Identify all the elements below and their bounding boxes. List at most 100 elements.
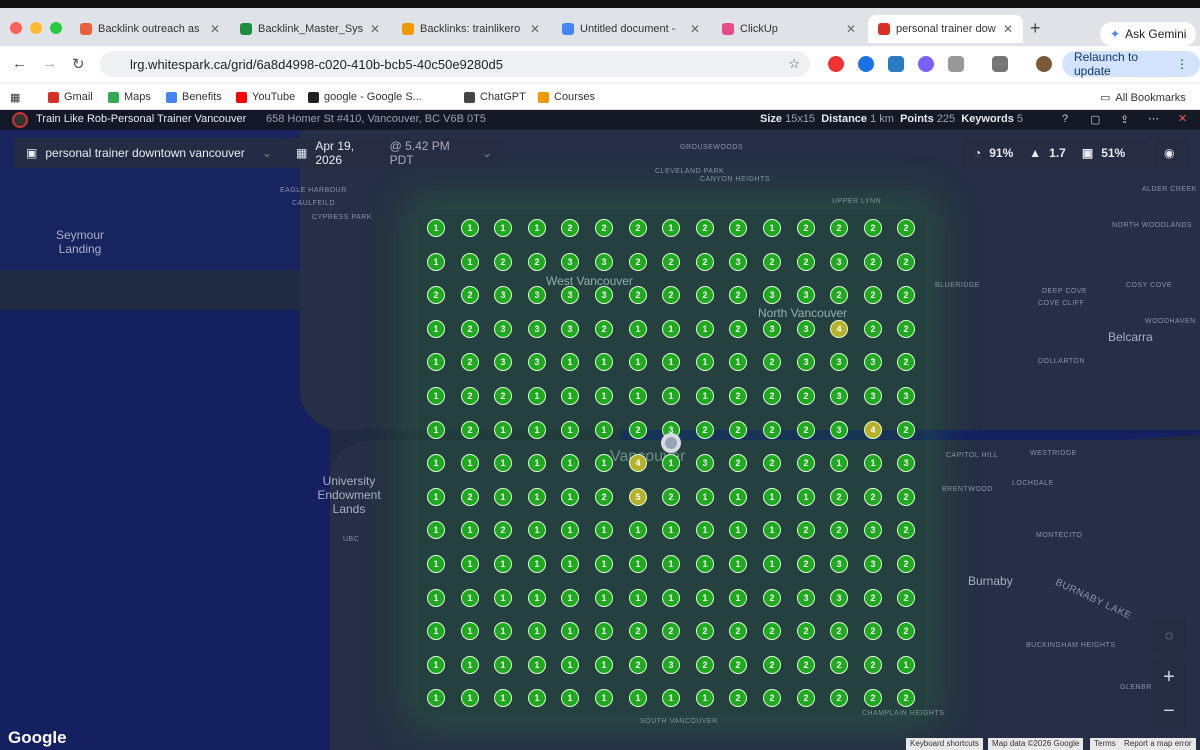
rank-pin[interactable]: 4	[830, 320, 848, 338]
rank-pin[interactable]: 2	[461, 320, 479, 338]
rank-pin[interactable]: 2	[864, 656, 882, 674]
rank-pin[interactable]: 3	[797, 286, 815, 304]
rank-pin[interactable]: 3	[528, 286, 546, 304]
rank-pin[interactable]: 1	[461, 589, 479, 607]
rank-pin[interactable]: 2	[864, 219, 882, 237]
rank-pin[interactable]: 1	[561, 622, 579, 640]
rank-pin[interactable]: 2	[763, 689, 781, 707]
rank-pin[interactable]: 3	[797, 589, 815, 607]
rank-pin[interactable]: 1	[528, 488, 546, 506]
rank-pin[interactable]: 1	[528, 454, 546, 472]
rank-pin[interactable]: 1	[427, 622, 445, 640]
browser-tab[interactable]: personal trainer dow ✕	[868, 15, 1023, 43]
rank-pin[interactable]: 2	[897, 219, 915, 237]
profile-avatar[interactable]	[1036, 56, 1052, 72]
rank-pin[interactable]: 3	[528, 353, 546, 371]
rank-pin[interactable]: 2	[830, 219, 848, 237]
rank-pin[interactable]: 2	[629, 219, 647, 237]
rank-pin[interactable]: 2	[897, 253, 915, 271]
rank-pin[interactable]: 2	[729, 689, 747, 707]
rank-pin[interactable]: 1	[763, 219, 781, 237]
rank-pin[interactable]: 4	[629, 454, 647, 472]
rank-pin[interactable]: 2	[763, 454, 781, 472]
rank-pin[interactable]: 2	[494, 387, 512, 405]
browser-tab[interactable]: Untitled document - ✕	[552, 15, 710, 43]
rank-pin[interactable]: 3	[528, 320, 546, 338]
rank-pin[interactable]: 2	[830, 521, 848, 539]
rank-pin[interactable]: 2	[897, 421, 915, 439]
rank-pin[interactable]: 3	[494, 320, 512, 338]
rank-pin[interactable]: 1	[662, 387, 680, 405]
rank-pin[interactable]: 1	[830, 454, 848, 472]
ask-gemini-button[interactable]: ✦ Ask Gemini	[1100, 22, 1197, 46]
rank-pin[interactable]: 2	[797, 521, 815, 539]
rank-pin[interactable]: 1	[561, 488, 579, 506]
rank-pin[interactable]: 1	[629, 589, 647, 607]
rank-pin[interactable]: 2	[830, 689, 848, 707]
rank-pin[interactable]: 2	[797, 656, 815, 674]
rank-pin[interactable]: 1	[427, 421, 445, 439]
rank-pin[interactable]: 1	[427, 656, 445, 674]
rank-pin[interactable]: 1	[595, 589, 613, 607]
rank-pin[interactable]: 3	[830, 387, 848, 405]
rank-pin[interactable]: 2	[864, 320, 882, 338]
rank-pin[interactable]: 3	[662, 656, 680, 674]
rank-pin[interactable]: 3	[494, 286, 512, 304]
rank-pin[interactable]: 3	[830, 421, 848, 439]
rank-pin[interactable]: 1	[561, 421, 579, 439]
rank-pin[interactable]: 2	[494, 253, 512, 271]
rank-pin[interactable]: 1	[561, 555, 579, 573]
rank-pin[interactable]: 2	[797, 555, 815, 573]
rank-pin[interactable]: 1	[729, 555, 747, 573]
rank-pin[interactable]: 2	[897, 622, 915, 640]
rank-pin[interactable]: 1	[729, 353, 747, 371]
rank-pin[interactable]: 2	[797, 387, 815, 405]
rank-pin[interactable]: 1	[561, 454, 579, 472]
rank-pin[interactable]: 1	[696, 689, 714, 707]
rank-pin[interactable]: 1	[427, 253, 445, 271]
rank-pin[interactable]: 1	[595, 454, 613, 472]
rank-pin[interactable]: 3	[864, 521, 882, 539]
tab-close-icon[interactable]: ✕	[370, 22, 380, 36]
all-bookmarks-button[interactable]: ▭ All Bookmarks	[1100, 91, 1186, 105]
rank-pin[interactable]: 2	[797, 454, 815, 472]
rank-pin[interactable]: 2	[729, 622, 747, 640]
rank-pin[interactable]: 2	[864, 488, 882, 506]
comment-icon[interactable]: ▢	[1090, 113, 1100, 126]
bookmark-item[interactable]: Gmail	[48, 91, 93, 103]
rank-pin[interactable]: 3	[561, 253, 579, 271]
rank-pin[interactable]: 1	[797, 488, 815, 506]
rank-pin[interactable]: 1	[729, 589, 747, 607]
reset-view-button[interactable]: ◌	[1152, 618, 1186, 652]
camera-button[interactable]: ◉	[1154, 138, 1190, 168]
apps-grid-icon[interactable]: ▦	[10, 91, 20, 104]
puzzle-extensions-icon[interactable]	[948, 56, 964, 72]
rank-pin[interactable]: 3	[494, 353, 512, 371]
rank-pin[interactable]: 1	[494, 689, 512, 707]
rank-pin[interactable]: 1	[427, 353, 445, 371]
rank-pin[interactable]: 1	[461, 253, 479, 271]
browser-tab[interactable]: Backlink outreach as ✕	[70, 15, 230, 43]
rank-pin[interactable]: 2	[897, 320, 915, 338]
rank-pin[interactable]: 2	[897, 353, 915, 371]
rank-pin[interactable]: 2	[662, 286, 680, 304]
rank-pin[interactable]: 2	[797, 219, 815, 237]
rank-pin[interactable]: 3	[830, 353, 848, 371]
rank-pin[interactable]: 1	[662, 353, 680, 371]
rank-pin[interactable]: 4	[864, 421, 882, 439]
rank-pin[interactable]: 2	[729, 454, 747, 472]
rank-pin[interactable]: 1	[494, 589, 512, 607]
rank-pin[interactable]: 2	[864, 253, 882, 271]
rank-pin[interactable]: 1	[427, 219, 445, 237]
rank-pin[interactable]: 1	[494, 421, 512, 439]
back-arrow-icon[interactable]: ←	[12, 55, 27, 72]
rank-pin[interactable]: 1	[561, 656, 579, 674]
rank-pin[interactable]: 2	[595, 219, 613, 237]
tab-close-icon[interactable]: ✕	[1003, 22, 1013, 36]
rank-pin[interactable]: 2	[830, 622, 848, 640]
rank-pin[interactable]: 1	[696, 521, 714, 539]
rank-pin[interactable]: 3	[561, 320, 579, 338]
rank-pin[interactable]: 1	[494, 656, 512, 674]
minimize-window-button[interactable]	[30, 22, 42, 34]
rank-pin[interactable]: 1	[595, 622, 613, 640]
